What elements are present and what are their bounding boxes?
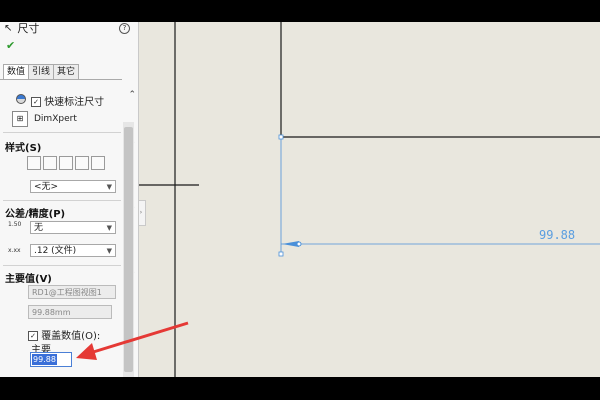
dimension-handle[interactable] <box>296 241 302 247</box>
tab-leader[interactable]: 引线 <box>28 64 55 79</box>
style-select-value: <无> <box>34 182 59 192</box>
precision-value: .12 (文件) <box>34 246 77 256</box>
dimension-reference-field[interactable]: RD1@工程图视图1 <box>28 285 116 299</box>
back-arrow-icon[interactable]: ↖ <box>4 23 12 34</box>
style-select[interactable]: <无> ▼ <box>30 180 116 193</box>
scrollbar-thumb[interactable] <box>124 127 133 372</box>
save-style-icon[interactable] <box>75 156 89 170</box>
tab-other[interactable]: 其它 <box>53 64 80 79</box>
section-divider <box>3 265 121 266</box>
section-divider <box>3 132 121 133</box>
override-value-row[interactable]: ✓ 覆盖数值(O): <box>28 327 100 342</box>
tab-bar: 数值 引线 其它 <box>3 64 80 79</box>
quick-dimension-label: 快速标注尺寸 <box>44 97 105 108</box>
selection-handle[interactable] <box>278 134 284 140</box>
dimension-value-field[interactable]: 99.88mm <box>28 305 112 319</box>
tab-value[interactable]: 数值 <box>3 64 30 79</box>
drawing-view: 99.88 <box>139 22 600 377</box>
add-style-icon[interactable] <box>43 156 57 170</box>
style-section-title: 样式(S) <box>5 143 42 154</box>
quick-dimension-icon <box>16 94 26 104</box>
tab-divider <box>0 79 122 80</box>
property-manager-panel: ↖ 尺寸 ? ✔ 数值 引线 其它 ⌃ ✓ 快速标注尺寸 ⊞ DimXpert … <box>0 22 139 377</box>
dimxpert-label: DimXpert <box>34 114 77 124</box>
primary-value-section-title: 主要值(V) <box>5 274 52 285</box>
apply-style-icon[interactable] <box>27 156 41 170</box>
ok-button[interactable]: ✔ <box>6 39 15 52</box>
panel-scrollbar[interactable] <box>123 122 134 377</box>
override-value-input[interactable]: 99.88 <box>30 352 72 367</box>
section-divider <box>3 200 121 201</box>
dimension-arrowhead <box>282 241 299 247</box>
selection-handle[interactable] <box>278 251 284 257</box>
tolerance-type-icon: 1.50 <box>8 221 22 228</box>
panel-header: ↖ 尺寸 <box>4 21 39 35</box>
delete-style-icon[interactable] <box>59 156 73 170</box>
panel-title: 尺寸 <box>17 22 40 35</box>
override-value-text: 99.88 <box>32 354 57 365</box>
quick-dimension-row[interactable]: ✓ 快速标注尺寸 <box>31 93 104 108</box>
drawing-canvas[interactable]: 99.88 › <box>139 22 600 377</box>
chevron-down-icon: ▼ <box>106 183 112 191</box>
help-icon[interactable]: ? <box>119 23 130 34</box>
load-style-icon[interactable] <box>91 156 105 170</box>
tolerance-type-value: 无 <box>34 223 44 233</box>
chevron-down-icon: ▼ <box>106 224 112 232</box>
style-buttons <box>27 156 107 170</box>
collapse-chevron-icon[interactable]: ⌃ <box>128 90 136 100</box>
precision-icon: x.xx <box>8 247 21 254</box>
dimxpert-icon[interactable]: ⊞ <box>12 111 28 127</box>
dimension-text[interactable]: 99.88 <box>539 228 575 242</box>
quick-dimension-checkbox[interactable]: ✓ <box>31 97 41 107</box>
tolerance-type-select[interactable]: 无 ▼ <box>30 221 116 234</box>
tolerance-section-title: 公差/精度(P) <box>5 209 66 220</box>
override-value-checkbox[interactable]: ✓ <box>28 331 38 341</box>
precision-select[interactable]: .12 (文件) ▼ <box>30 244 116 257</box>
chevron-down-icon: ▼ <box>106 247 112 255</box>
panel-collapse-handle-icon[interactable]: › <box>139 200 146 226</box>
